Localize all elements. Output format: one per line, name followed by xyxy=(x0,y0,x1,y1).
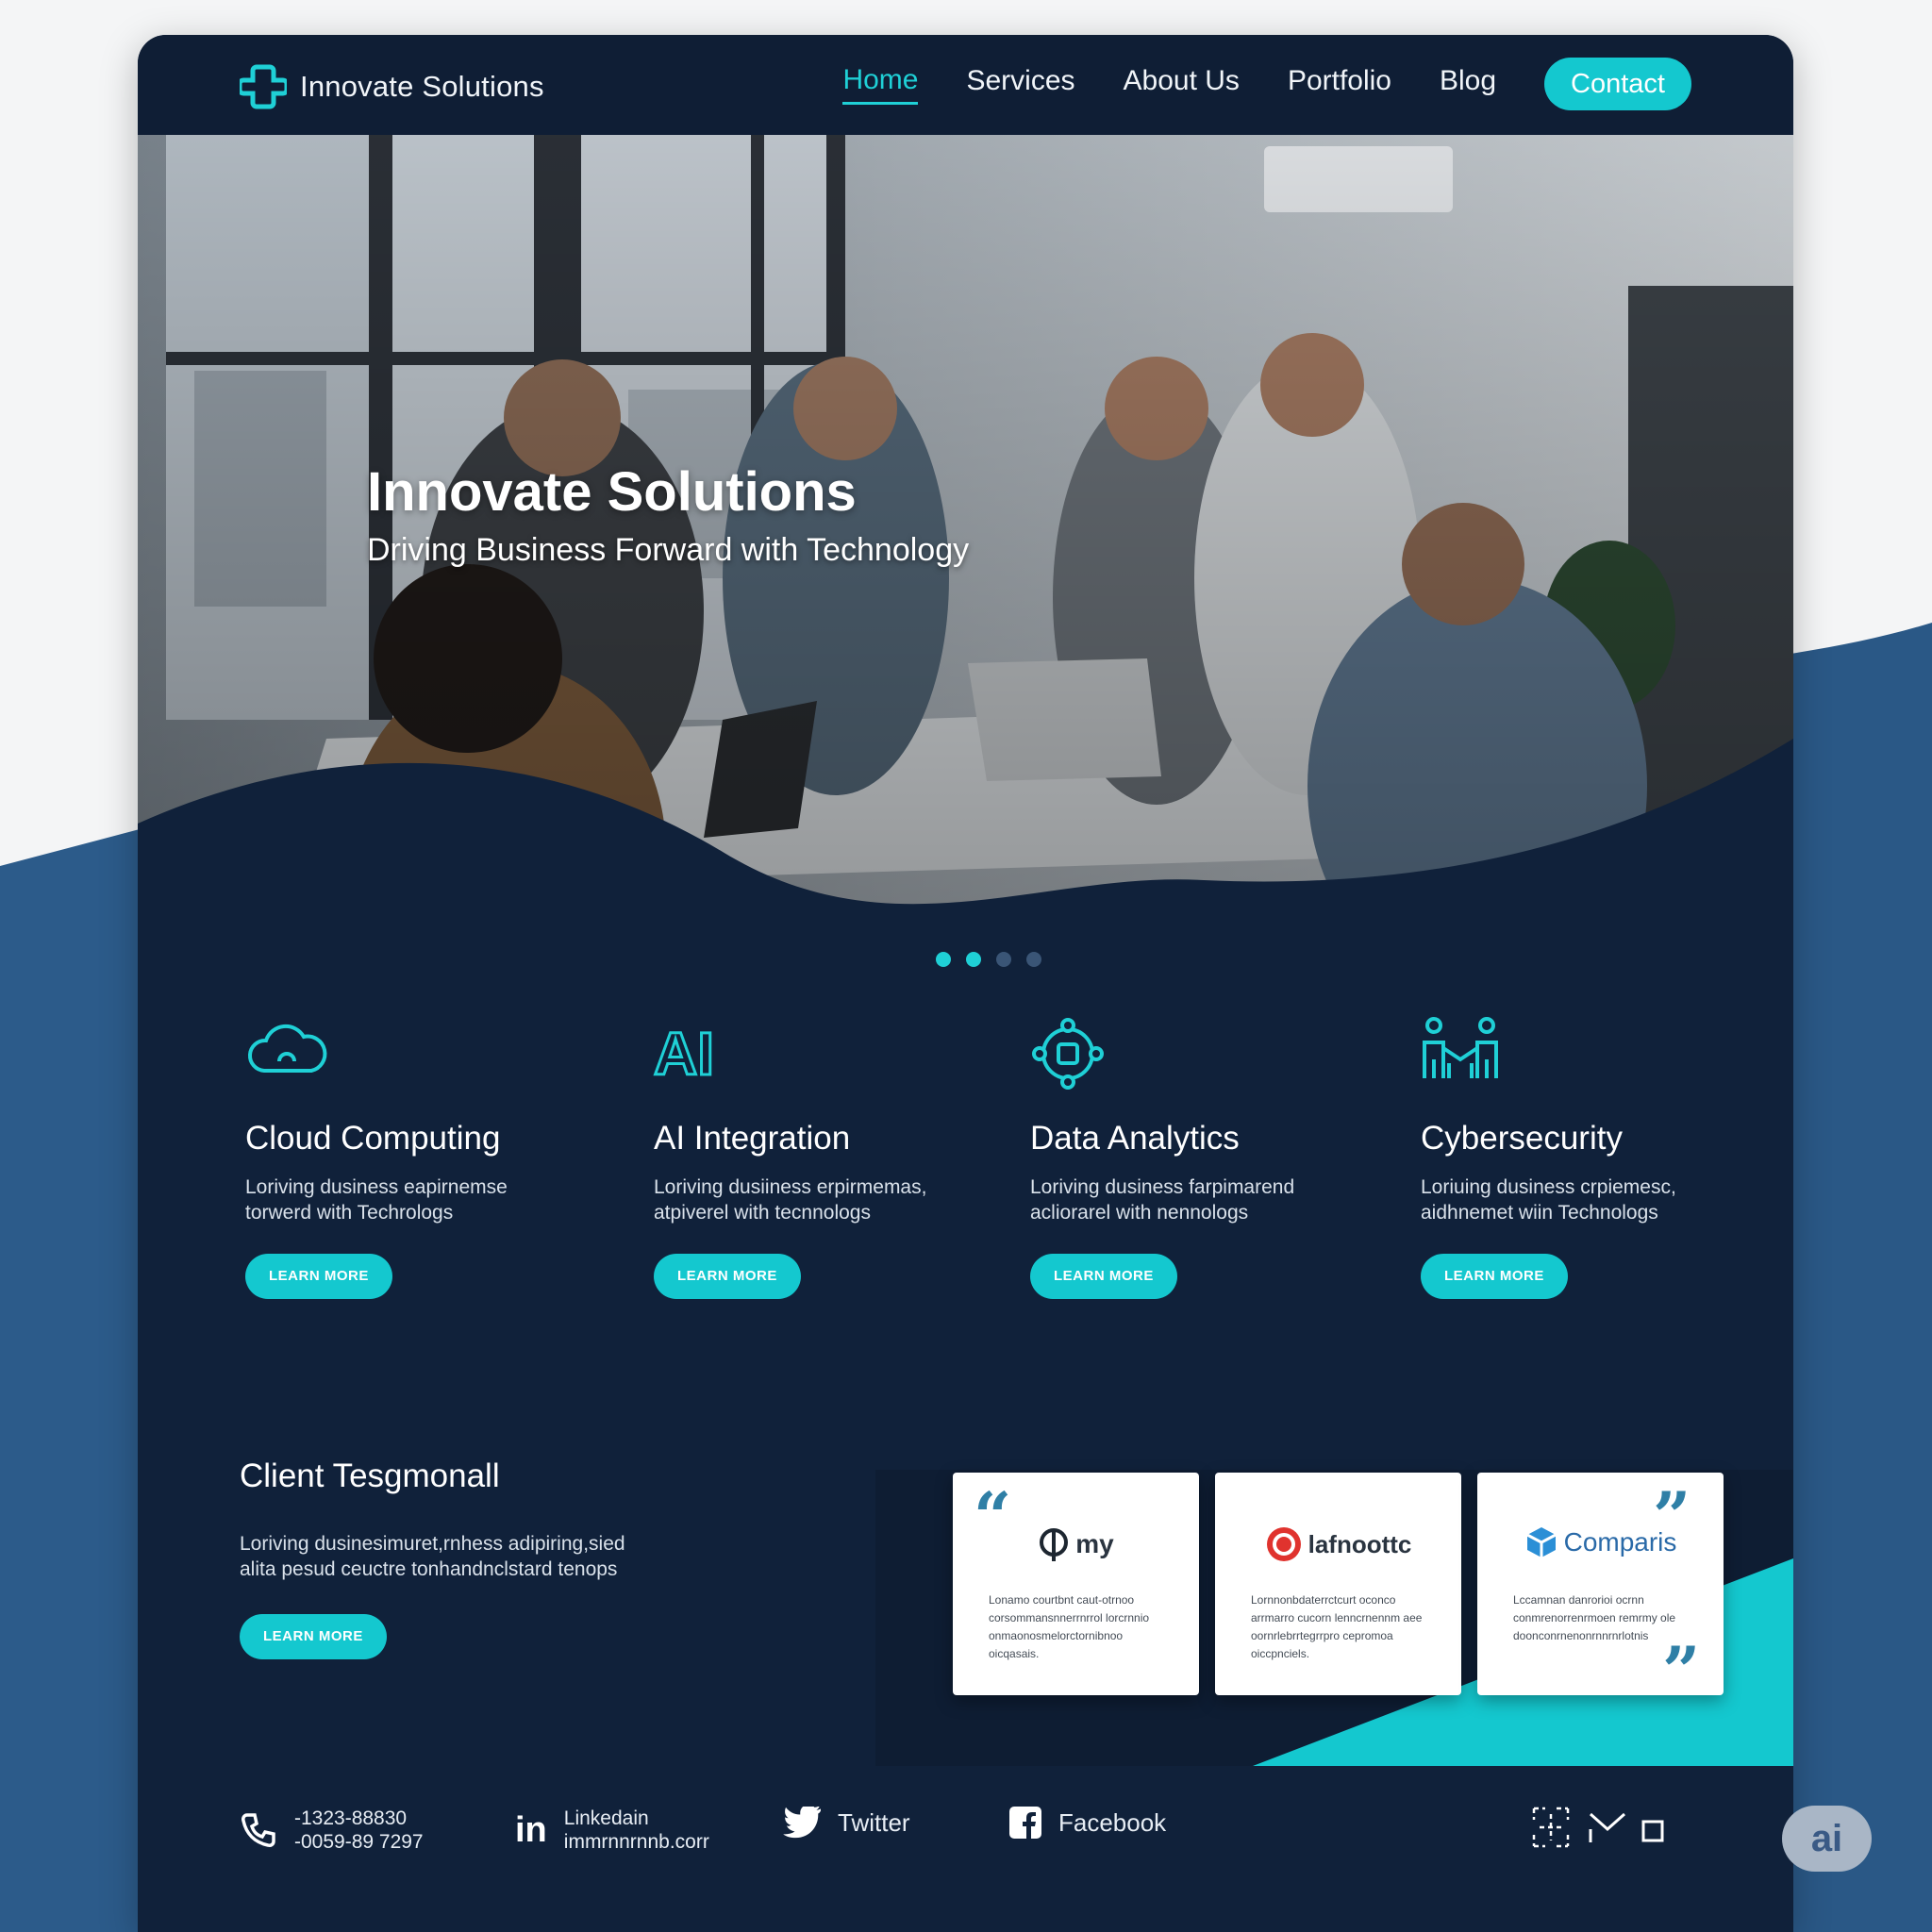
blue-cube-logo-icon xyxy=(1525,1527,1557,1557)
people-icon xyxy=(1421,1016,1732,1091)
service-title: Cloud Computing xyxy=(245,1120,501,1157)
twitter-icon xyxy=(783,1807,821,1839)
checkmark-box-icon[interactable] xyxy=(1587,1808,1666,1846)
carousel-dot[interactable] xyxy=(966,952,981,967)
service-desc-line: Loriuing dusiness crpiemesc, xyxy=(1421,1176,1676,1198)
learn-more-button[interactable]: LEARN MORE xyxy=(654,1254,801,1299)
ai-badge: ai xyxy=(1782,1806,1872,1872)
brand-name: Innovate Solutions xyxy=(300,70,544,103)
learn-more-button[interactable]: LEARN MORE xyxy=(1421,1254,1568,1299)
service-desc-line: Loriving dusiness farpimarend xyxy=(1030,1176,1295,1198)
linkedin-handle: immrnnrnnb.corr xyxy=(563,1831,709,1853)
service-description: Loriuing dusiness crpiemesc, aidhnemet w… xyxy=(1421,1174,1713,1225)
hero-subtitle: Driving Business Forward with Technology xyxy=(367,532,970,568)
footer-twitter[interactable]: Twitter xyxy=(783,1807,910,1839)
service-description: Loriving dusiiness erpirmemas, atpiverel… xyxy=(654,1174,946,1225)
service-desc-line: Loriving dusiness eapirnemse xyxy=(245,1176,508,1198)
linkedin-info: Linkedain immrnnrnnb.corr xyxy=(564,1807,709,1854)
footer-linkedin[interactable]: in Linkedain immrnnrnnb.corr xyxy=(515,1807,709,1854)
red-circle-logo-icon xyxy=(1266,1527,1301,1561)
network-icon xyxy=(1030,1016,1341,1091)
service-title: Cybersecurity xyxy=(1421,1120,1623,1157)
service-card-cybersecurity: Cybersecurity Loriuing dusiness crpiemes… xyxy=(1421,1016,1732,1299)
service-desc-line: atpiverel with tecnnologs xyxy=(654,1202,871,1224)
testimonial-text: Lccamnan danrorioi ocrnn conmrenorrenrmo… xyxy=(1513,1593,1676,1642)
service-desc-line: torwerd with Techrologs xyxy=(245,1202,454,1224)
linkedin-label: Linkedain xyxy=(563,1807,649,1829)
service-description: Loriving dusiness eapirnemse torwerd wit… xyxy=(245,1174,538,1225)
service-desc-line: aidhnemet wiin Technologs xyxy=(1421,1202,1658,1224)
footer-extra-icons xyxy=(1532,1807,1666,1848)
facebook-icon xyxy=(1009,1807,1041,1839)
service-title: AI Integration xyxy=(654,1120,851,1157)
service-card-cloud: Cloud Computing Loriving dusiness eapirn… xyxy=(245,1016,557,1299)
twitter-label: Twitter xyxy=(838,1807,910,1837)
service-card-analytics: Data Analytics Loriving dusiness farpima… xyxy=(1030,1016,1341,1299)
contact-button[interactable]: Contact xyxy=(1544,58,1691,110)
brand[interactable]: Innovate Solutions xyxy=(240,63,544,110)
ai-icon-text: AI xyxy=(653,1019,716,1090)
testimonial-text: Lonamo courtbnt caut-otrnoo corsommansnn… xyxy=(989,1593,1150,1660)
facebook-label: Facebook xyxy=(1058,1807,1167,1837)
company-logo-text: Comparis xyxy=(1563,1527,1677,1557)
q-logo-icon xyxy=(1040,1528,1069,1561)
nav-home[interactable]: Home xyxy=(842,64,919,105)
learn-more-button[interactable]: LEARN MORE xyxy=(1030,1254,1177,1299)
nav-links: Home Services About Us Portfolio Blog Co… xyxy=(842,58,1691,110)
close-quote-icon: ” xyxy=(1662,1632,1701,1710)
testimonial-text: Lornnonbdaterrctcurt oconco arrmarro cuc… xyxy=(1251,1593,1423,1660)
top-nav: Innovate Solutions Home Services About U… xyxy=(138,35,1793,135)
nav-portfolio[interactable]: Portfolio xyxy=(1288,65,1391,103)
nav-about-us[interactable]: About Us xyxy=(1124,65,1240,103)
service-desc-line: Loriving dusiiness erpirmemas, xyxy=(654,1176,927,1198)
testimonial-card[interactable]: ” ” Comparis Lccamnan danrorioi ocrnn co… xyxy=(1477,1473,1724,1705)
carousel-dots xyxy=(936,952,1041,967)
testimonials-title: Client Tesgmonall xyxy=(240,1457,500,1494)
ai-icon: AI xyxy=(653,1016,965,1091)
company-logo-text: lafnoottc xyxy=(1307,1529,1412,1558)
testimonials-desc-line: alita pesud ceuctre tonhandnclstard teno… xyxy=(240,1558,618,1580)
grid-dashed-icon[interactable] xyxy=(1532,1807,1570,1848)
company-logo: my xyxy=(953,1525,1199,1563)
phone-number: -1323-88830 xyxy=(294,1807,408,1829)
linkedin-icon: in xyxy=(515,1809,547,1850)
carousel-dot[interactable] xyxy=(996,952,1011,967)
company-logo: Comparis xyxy=(1477,1525,1724,1559)
phone-icon xyxy=(242,1813,275,1847)
testimonials-learn-more-button[interactable]: LEARN MORE xyxy=(240,1614,387,1659)
cross-logo-icon xyxy=(240,64,287,109)
company-logo: lafnoottc xyxy=(1215,1525,1461,1563)
phone-number: -0059-89 7297 xyxy=(294,1831,424,1853)
hero-title: Innovate Solutions xyxy=(367,461,857,523)
service-title: Data Analytics xyxy=(1030,1120,1240,1157)
service-desc-line: acliorarel with nennologs xyxy=(1030,1202,1249,1224)
testimonial-card[interactable]: “ my Lonamo courtbnt caut-otrnoo corsomm… xyxy=(953,1473,1199,1695)
learn-more-button[interactable]: LEARN MORE xyxy=(245,1254,392,1299)
nav-services[interactable]: Services xyxy=(966,65,1074,103)
phone-numbers: -1323-88830 -0059-89 7297 xyxy=(294,1807,424,1854)
service-card-ai: AI AI Integration Loriving dusiiness erp… xyxy=(653,1016,965,1299)
nav-blog[interactable]: Blog xyxy=(1440,65,1496,103)
cloud-icon xyxy=(245,1016,557,1091)
service-description: Loriving dusiness farpimarend acliorarel… xyxy=(1030,1174,1323,1225)
footer-facebook[interactable]: Facebook xyxy=(1009,1807,1166,1839)
testimonials-desc-line: Loriving dusinesimuret,rnhess adipiring,… xyxy=(240,1533,625,1555)
testimonials-description: Loriving dusinesimuret,rnhess adipiring,… xyxy=(240,1531,674,1582)
testimonial-card[interactable]: lafnoottc Lornnonbdaterrctcurt oconco ar… xyxy=(1215,1473,1461,1695)
hero-section: Innovate Solutions Driving Business Forw… xyxy=(138,135,1793,984)
carousel-dot[interactable] xyxy=(1026,952,1041,967)
website-frame: Innovate Solutions Home Services About U… xyxy=(138,35,1793,1932)
carousel-dot[interactable] xyxy=(936,952,951,967)
footer-phone[interactable]: -1323-88830 -0059-89 7297 xyxy=(240,1807,424,1854)
company-logo-text: my xyxy=(1075,1529,1114,1558)
